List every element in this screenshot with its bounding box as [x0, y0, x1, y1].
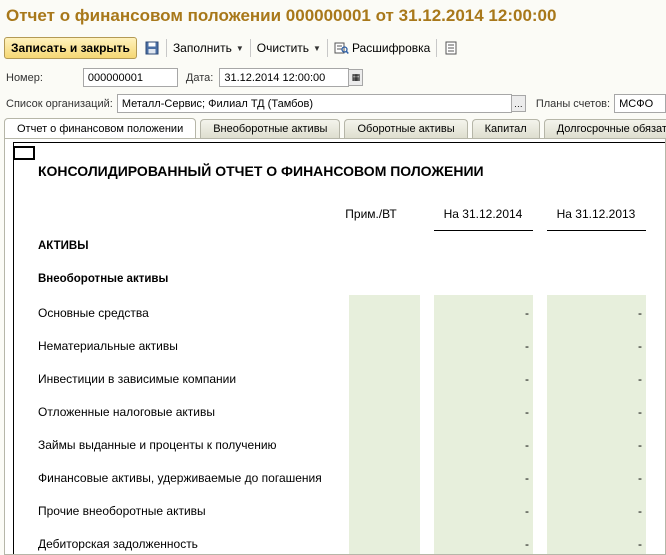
column-2014-underline — [434, 230, 533, 231]
date-field[interactable]: 31.12.2014 12:00:00 — [219, 68, 350, 87]
report-sheet[interactable]: КОНСОЛИДИРОВАННЫЙ ОТЧЕТ О ФИНАНСОВОМ ПОЛ… — [4, 138, 666, 555]
tab-capital[interactable]: Капитал — [471, 119, 540, 138]
organizations-label: Список организаций: — [6, 97, 113, 110]
table-cell-2014[interactable]: - — [509, 438, 529, 452]
calendar-icon[interactable]: ▦ — [349, 69, 364, 86]
clear-label: Очистить — [256, 41, 310, 55]
table-row-label: Финансовые активы, удерживаемые до погаш… — [38, 471, 322, 485]
table-cell-2014[interactable]: - — [509, 471, 529, 485]
toolbar-divider — [326, 39, 328, 57]
fill-menu-button[interactable]: Заполнить ▼ — [172, 41, 245, 55]
tab-non-current-assets[interactable]: Внеоборотные активы — [200, 119, 341, 138]
save-close-button[interactable]: Записать и закрыть — [4, 37, 137, 59]
table-cell-2014[interactable]: - — [509, 339, 529, 353]
column-header-note: Прим./ВТ — [345, 207, 397, 221]
section-non-current-assets: Внеоборотные активы — [38, 273, 169, 285]
section-assets: АКТИВЫ — [38, 240, 89, 252]
tab-long-term-liabilities[interactable]: Долгосрочные обязат — [543, 119, 666, 138]
chevron-down-icon: ▼ — [235, 43, 244, 53]
table-cell-2013[interactable]: - — [622, 306, 642, 320]
table-row-label: Инвестиции в зависимые компании — [38, 372, 237, 386]
decode-icon — [334, 42, 349, 55]
fill-label: Заполнить — [172, 41, 232, 55]
table-cell-2013[interactable]: - — [622, 504, 642, 518]
table-row-label: Нематериальные активы — [38, 339, 178, 353]
table-cell-2014[interactable]: - — [509, 372, 529, 386]
chart-of-accounts-label: Планы счетов: — [535, 97, 611, 110]
toolbar: Записать и закрыть Заполнить ▼ Очистить ▼ … — [4, 36, 460, 60]
table-cell-2014[interactable]: - — [509, 537, 529, 551]
chart-of-accounts-field[interactable]: МСФО — [614, 94, 666, 113]
organizations-row: Список организаций: Металл-Сервис; Филиа… — [6, 94, 666, 113]
toolbar-divider — [436, 39, 438, 57]
tab-current-assets[interactable]: Оборотные активы — [344, 119, 468, 138]
table-row-label: Отложенные налоговые активы — [38, 405, 215, 419]
number-date-row: Номер: 000000001 Дата: 31.12.2014 12:00:… — [6, 68, 364, 87]
report-title: КОНСОЛИДИРОВАННЫЙ ОТЧЕТ О ФИНАНСОВОМ ПОЛ… — [38, 163, 484, 179]
number-label: Номер: — [6, 71, 43, 84]
column-header-2013: На 31.12.2013 — [556, 207, 636, 221]
date-label: Дата: — [185, 71, 214, 84]
organizations-field[interactable]: Металл-Сервис; Филиал ТД (Тамбов) — [116, 94, 512, 113]
note-column-band — [349, 295, 420, 554]
ellipsis-select-icon[interactable]: … — [511, 95, 526, 112]
table-cell-2014[interactable]: - — [509, 405, 529, 419]
column-header-2014: На 31.12.2014 — [443, 207, 523, 221]
table-cell-2013[interactable]: - — [622, 438, 642, 452]
document-list-icon[interactable] — [442, 39, 460, 57]
sheet-corner-marker — [13, 146, 35, 160]
number-field[interactable]: 000000001 — [82, 68, 178, 87]
save-icon[interactable] — [143, 39, 161, 57]
table-cell-2013[interactable]: - — [622, 405, 642, 419]
toolbar-divider — [249, 39, 251, 57]
decode-label: Расшифровка — [351, 41, 431, 55]
chevron-down-icon: ▼ — [313, 43, 321, 53]
table-row-label: Прочие внеоборотные активы — [38, 504, 206, 518]
window-title: Отчет о финансовом положении 000000001 о… — [6, 6, 557, 25]
table-row-label: Займы выданные и проценты к получению — [38, 438, 277, 452]
tab-financial-position[interactable]: Отчет о финансовом положении — [4, 118, 197, 139]
decode-button[interactable]: Расшифровка — [333, 41, 431, 55]
table-cell-2014[interactable]: - — [509, 306, 529, 320]
column-2013-underline — [547, 230, 646, 231]
table-row-label: Дебиторская задолженность — [38, 537, 198, 551]
table-cell-2013[interactable]: - — [622, 537, 642, 551]
clear-menu-button[interactable]: Очистить ▼ — [256, 41, 322, 55]
table-row-label: Основные средства — [38, 306, 149, 320]
table-cell-2013[interactable]: - — [622, 372, 642, 386]
table-cell-2013[interactable]: - — [622, 471, 642, 485]
table-cell-2013[interactable]: - — [622, 339, 642, 353]
toolbar-divider — [165, 39, 167, 57]
table-cell-2014[interactable]: - — [509, 504, 529, 518]
tab-bar: Отчет о финансовом положении Внеоборотны… — [4, 118, 666, 139]
